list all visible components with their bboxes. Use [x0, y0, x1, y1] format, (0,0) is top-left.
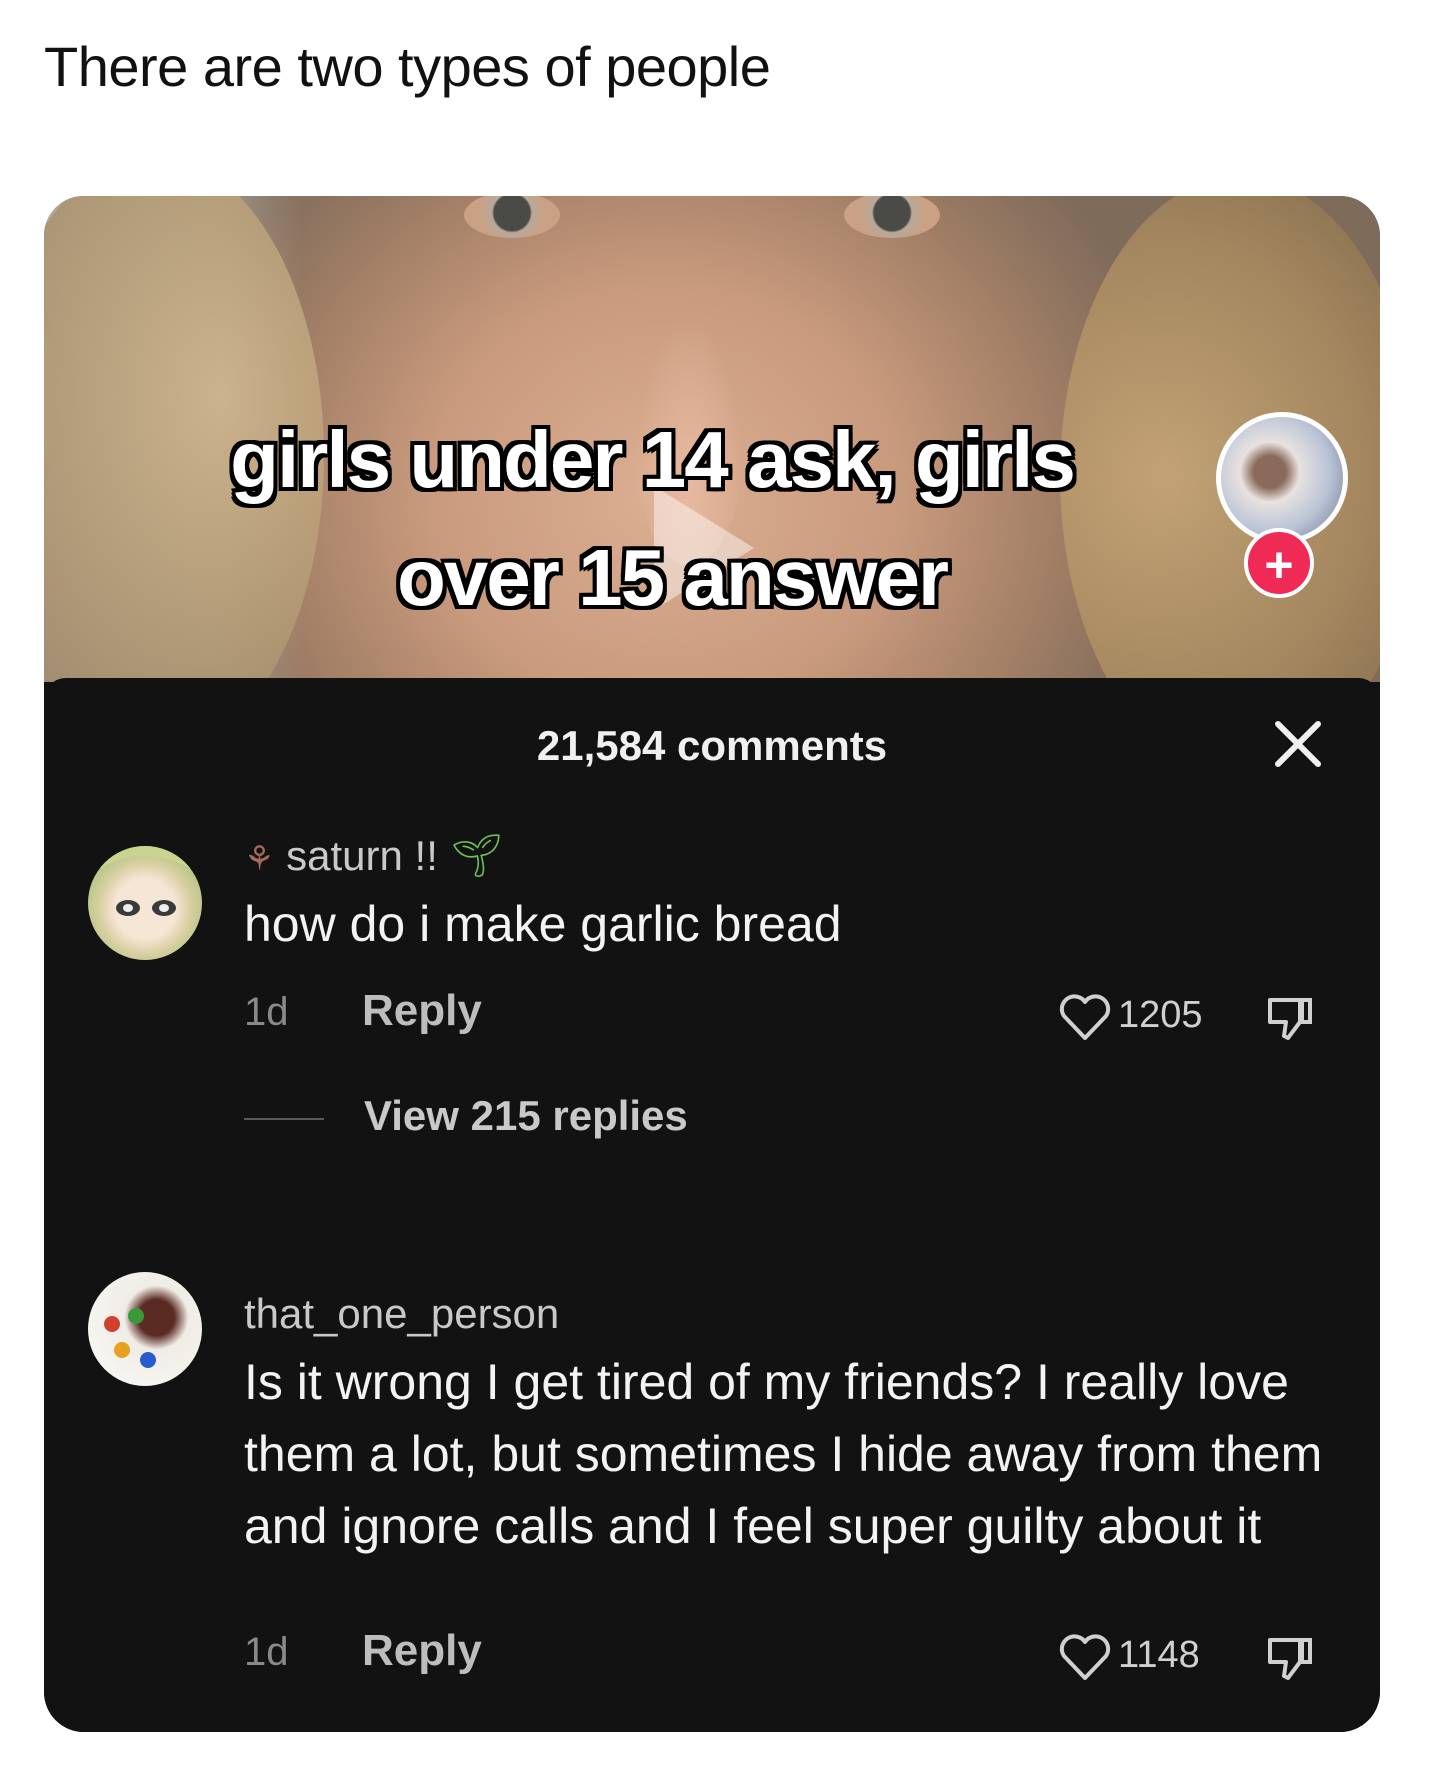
anime-avatar-icon [88, 846, 202, 916]
like-count: 1205 [1118, 994, 1203, 1036]
creator-avatar[interactable] [1216, 412, 1348, 544]
commenter-avatar[interactable] [88, 846, 202, 960]
comment-username[interactable]: that_one_person [244, 1290, 559, 1338]
video-eye-left [464, 196, 560, 238]
tiktok-screenshot-card: girls under 14 ask, girls over 15 answer… [44, 196, 1380, 1732]
view-replies-button[interactable]: View 215 replies [364, 1092, 688, 1140]
replies-divider [244, 1118, 324, 1120]
like-count: 1148 [1118, 1634, 1200, 1676]
heart-icon[interactable] [1058, 1634, 1112, 1682]
dislike-icon[interactable] [1264, 992, 1316, 1044]
comment-time: 1d [244, 1630, 289, 1674]
candy-dot [114, 1342, 130, 1358]
commenter-avatar[interactable] [88, 1272, 202, 1386]
candy-dot [104, 1316, 120, 1332]
close-icon[interactable] [1272, 718, 1324, 770]
comments-count: 21,584 comments [536, 722, 888, 769]
reply-button[interactable]: Reply [362, 1626, 482, 1676]
comment-time: 1d [244, 990, 289, 1034]
follow-button[interactable]: + [1244, 528, 1314, 598]
sprout-emoji-icon: 🌱︎ [449, 832, 503, 879]
candy-dot [140, 1352, 156, 1368]
heart-icon[interactable] [1058, 994, 1112, 1042]
ant-emoji-icon: ⚘ [244, 840, 275, 878]
reply-button[interactable]: Reply [362, 986, 482, 1036]
comment-username[interactable]: ⚘ saturn !! 🌱︎ [244, 832, 503, 881]
video-caption-line-1: girls under 14 ask, girls [230, 415, 1076, 504]
video-frame[interactable]: girls under 14 ask, girls over 15 answer… [44, 196, 1380, 682]
post-title: There are two types of people [44, 35, 771, 98]
candy-dot [128, 1308, 144, 1324]
video-eye-right [844, 196, 940, 238]
comments-panel: 21,584 comments ⚘ saturn !! 🌱︎ how do i … [44, 678, 1380, 1732]
video-caption-line-2: over 15 answer [396, 533, 949, 622]
comment-text: how do i make garlic bread [244, 896, 842, 952]
comment-text: Is it wrong I get tired of my friends? I… [244, 1354, 1323, 1554]
dislike-icon[interactable] [1264, 1632, 1316, 1684]
